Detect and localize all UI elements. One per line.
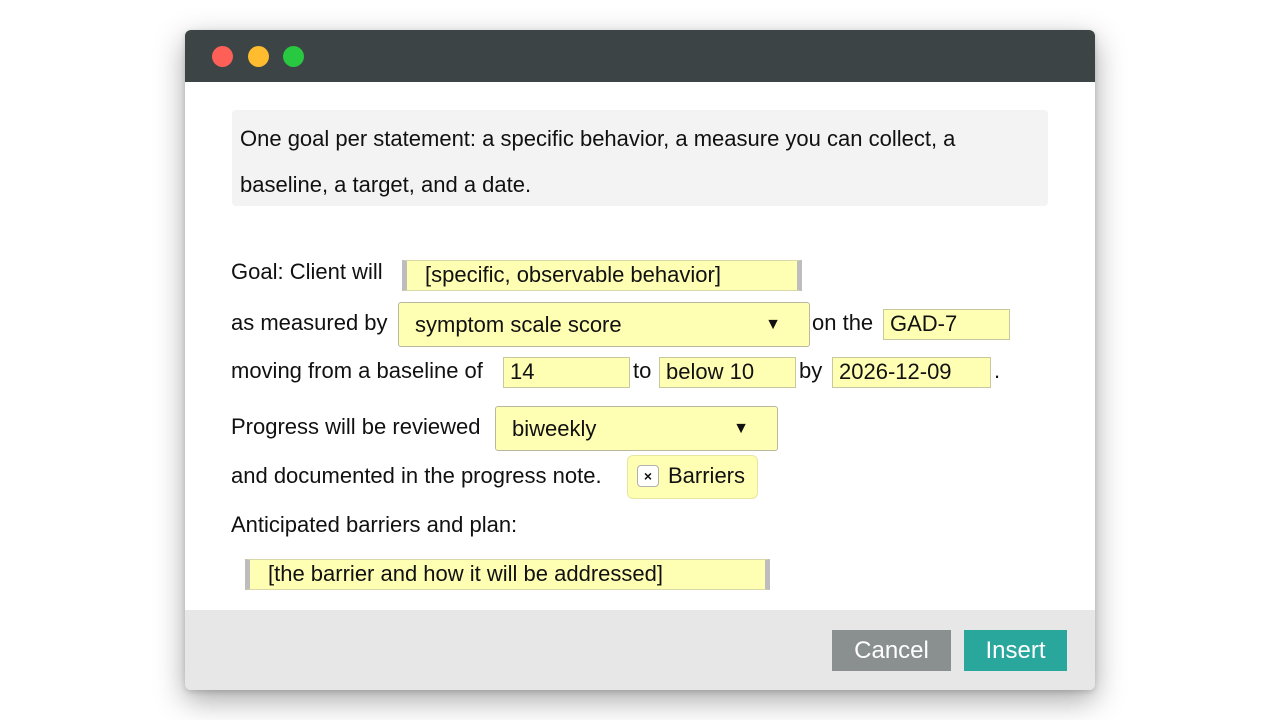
goal-prefix: Goal: Client will [231,259,383,284]
measure-select[interactable]: symptom scale score ▼ [398,302,810,347]
measure-select-value: symptom scale score [415,312,622,337]
instrument-field[interactable]: GAD-7 [883,309,1010,340]
by-label: by [799,358,823,383]
zoom-window-icon[interactable] [283,46,304,67]
chevron-down-icon: ▼ [765,316,781,333]
review-prefix: Progress will be reviewed [231,414,481,439]
baseline-field[interactable]: 14 [503,357,630,388]
instructions-text: One goal per statement: a specific behav… [232,110,1048,206]
chevron-down-icon: ▼ [733,420,749,437]
measure-prefix: as measured by [231,310,388,335]
goal-template-body: One goal per statement: a specific behav… [185,82,1095,610]
barriers-heading: Anticipated barriers and plan: [231,512,518,537]
review-frequency-select[interactable]: biweekly ▼ [495,406,778,451]
review-select-value: biweekly [512,416,597,441]
minimize-window-icon[interactable] [248,46,269,67]
dialog-footer: Cancel Insert [185,610,1095,690]
cancel-button[interactable]: Cancel [832,630,951,671]
insert-button[interactable]: Insert [964,630,1067,671]
barrier-plan-field[interactable]: [the barrier and how it will be addresse… [245,559,770,590]
to-label: to [633,358,652,383]
target-date-field[interactable]: 2026-12-09 [832,357,991,388]
target-field[interactable]: below 10 [659,357,796,388]
period-label: . [994,358,1001,383]
on-the-label: on the [812,310,874,335]
behavior-field[interactable]: [specific, observable behavior] [402,260,802,291]
remove-chip-icon[interactable]: × [637,465,659,487]
baseline-prefix: moving from a baseline of [231,358,483,383]
barriers-chip-label: Barriers [668,463,746,488]
barriers-chip[interactable]: × Barriers [627,455,758,499]
documented-text: and documented in the progress note. [231,463,602,488]
title-bar [185,30,1095,82]
close-window-icon[interactable] [212,46,233,67]
dialog-window: One goal per statement: a specific behav… [185,30,1095,690]
